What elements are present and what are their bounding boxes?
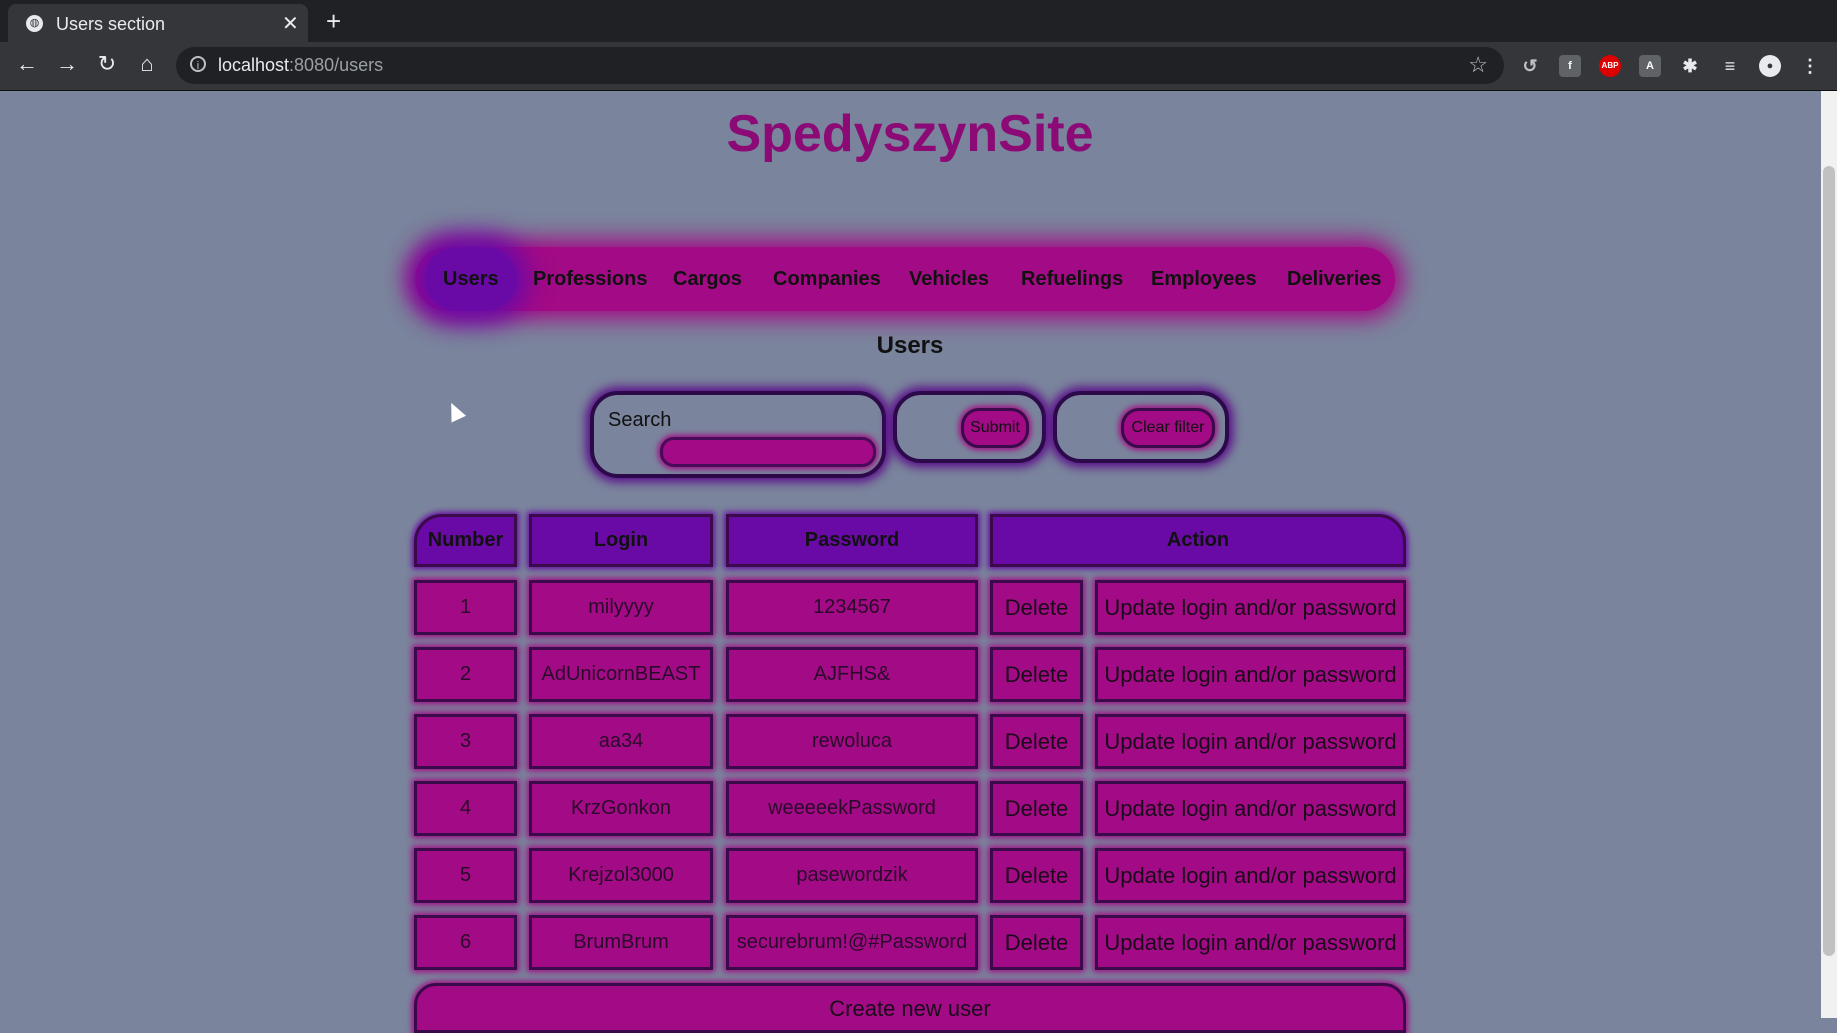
main-nav: Users Professions Cargos Companies Vehic… bbox=[415, 247, 1395, 311]
browser-tab-strip: ◍ Users section ✕ + bbox=[0, 0, 1837, 42]
bookmark-star-icon[interactable]: ☆ bbox=[1468, 52, 1488, 78]
update-button[interactable]: Update login and/or password bbox=[1095, 848, 1406, 903]
site-title: SpedyszynSite bbox=[726, 105, 1094, 163]
section-title: Users bbox=[876, 332, 944, 359]
menu-kebab-icon[interactable]: ⋮ bbox=[1799, 55, 1821, 77]
header-login: Login bbox=[529, 514, 713, 567]
extension-app-icon[interactable]: A bbox=[1639, 55, 1661, 77]
cell-number: 2 bbox=[414, 647, 517, 702]
facebook-icon[interactable]: f bbox=[1559, 55, 1581, 77]
nav-item-deliveries[interactable]: Deliveries bbox=[1287, 247, 1382, 311]
reload-icon[interactable]: ↻ bbox=[92, 51, 122, 77]
nav-item-professions[interactable]: Professions bbox=[533, 247, 647, 311]
header-action: Action bbox=[990, 514, 1406, 567]
nav-item-employees[interactable]: Employees bbox=[1151, 247, 1257, 311]
home-icon[interactable]: ⌂ bbox=[132, 51, 162, 77]
mouse-cursor-icon bbox=[443, 399, 467, 423]
cell-number: 1 bbox=[414, 580, 517, 635]
cell-number: 6 bbox=[414, 915, 517, 970]
clear-filter-button[interactable]: Clear filter bbox=[1121, 408, 1215, 448]
cell-password: rewoluca bbox=[726, 714, 978, 769]
forward-icon[interactable]: → bbox=[52, 51, 82, 77]
address-bar[interactable]: i localhost:8080/users ☆ bbox=[176, 47, 1504, 84]
adblock-icon[interactable]: ABP bbox=[1599, 55, 1621, 77]
search-input[interactable] bbox=[660, 437, 876, 467]
close-tab-icon[interactable]: ✕ bbox=[282, 11, 299, 36]
nav-item-refuelings[interactable]: Refuelings bbox=[1021, 247, 1123, 311]
submit-button[interactable]: Submit bbox=[961, 408, 1029, 448]
update-button[interactable]: Update login and/or password bbox=[1095, 781, 1406, 836]
cell-login: AdUnicornBEAST bbox=[529, 647, 713, 702]
search-label: Search bbox=[608, 409, 672, 431]
delete-button[interactable]: Delete bbox=[990, 580, 1083, 635]
header-number: Number bbox=[414, 514, 517, 567]
url-text: localhost:8080/users bbox=[218, 55, 384, 75]
sync-icon[interactable]: ↺ bbox=[1519, 55, 1541, 77]
nav-item-cargos[interactable]: Cargos bbox=[673, 247, 742, 311]
submit-box: Submit bbox=[893, 391, 1046, 463]
reading-list-icon[interactable]: ≡ bbox=[1719, 55, 1741, 77]
browser-tab[interactable]: ◍ Users section ✕ bbox=[8, 4, 308, 42]
cell-password: AJFHS& bbox=[726, 647, 978, 702]
back-icon[interactable]: ← bbox=[12, 51, 42, 77]
profile-avatar-icon[interactable]: ● bbox=[1759, 55, 1781, 77]
cell-login: BrumBrum bbox=[529, 915, 713, 970]
delete-button[interactable]: Delete bbox=[990, 848, 1083, 903]
update-button[interactable]: Update login and/or password bbox=[1095, 915, 1406, 970]
extensions-puzzle-icon[interactable]: ✱ bbox=[1679, 55, 1701, 77]
delete-button[interactable]: Delete bbox=[990, 714, 1083, 769]
cell-password: 1234567 bbox=[726, 580, 978, 635]
update-button[interactable]: Update login and/or password bbox=[1095, 580, 1406, 635]
tab-title: Users section bbox=[56, 14, 166, 34]
nav-item-vehicles[interactable]: Vehicles bbox=[909, 247, 989, 311]
search-box: Search bbox=[590, 391, 886, 478]
scrollbar-thumb[interactable] bbox=[1823, 166, 1835, 956]
clear-filter-box: Clear filter bbox=[1053, 391, 1229, 463]
cell-password: pasewordzik bbox=[726, 848, 978, 903]
new-tab-icon[interactable]: + bbox=[326, 6, 341, 37]
nav-item-users[interactable]: Users bbox=[425, 247, 517, 311]
info-icon[interactable]: i bbox=[190, 56, 206, 72]
delete-button[interactable]: Delete bbox=[990, 781, 1083, 836]
cell-number: 4 bbox=[414, 781, 517, 836]
cell-number: 5 bbox=[414, 848, 517, 903]
create-new-user-button[interactable]: Create new user bbox=[414, 983, 1406, 1033]
header-password: Password bbox=[726, 514, 978, 567]
nav-item-companies[interactable]: Companies bbox=[773, 247, 881, 311]
update-button[interactable]: Update login and/or password bbox=[1095, 714, 1406, 769]
cell-login: aa34 bbox=[529, 714, 713, 769]
delete-button[interactable]: Delete bbox=[990, 647, 1083, 702]
cell-password: securebrum!@#Password bbox=[726, 915, 978, 970]
scrollbar[interactable] bbox=[1821, 91, 1837, 1018]
globe-icon: ◍ bbox=[26, 15, 43, 32]
cell-password: weeeeekPassword bbox=[726, 781, 978, 836]
cell-login: Krejzol3000 bbox=[529, 848, 713, 903]
cell-login: KrzGonkon bbox=[529, 781, 713, 836]
cell-number: 3 bbox=[414, 714, 517, 769]
cell-login: milyyyy bbox=[529, 580, 713, 635]
update-button[interactable]: Update login and/or password bbox=[1095, 647, 1406, 702]
delete-button[interactable]: Delete bbox=[990, 915, 1083, 970]
